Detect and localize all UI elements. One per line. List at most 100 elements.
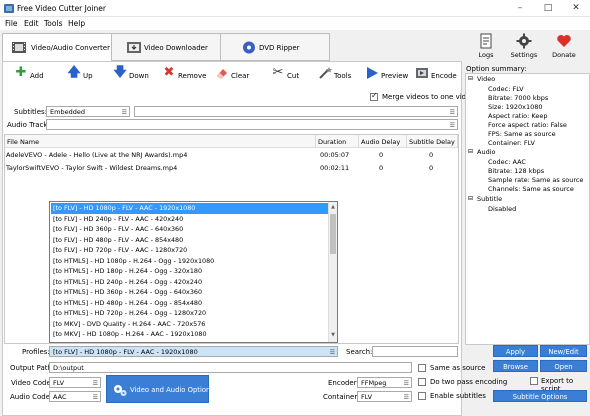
scroll-up-icon[interactable]: ▲ xyxy=(330,204,336,212)
tree-item: Sample rate: Same as source xyxy=(488,176,584,184)
profiles-dropdown-list: [to FLV] - HD 1080p - FLV - AAC - 1920x1… xyxy=(49,201,338,343)
search-input[interactable] xyxy=(372,346,458,357)
search-label: Search: xyxy=(346,348,373,356)
tab-label: Video Downloader xyxy=(144,44,208,52)
merge-videos-checkbox[interactable] xyxy=(370,91,378,101)
open-button[interactable]: Open xyxy=(540,360,587,372)
tree-group-audio[interactable]: Audio xyxy=(477,148,495,156)
menu-help[interactable]: Help xyxy=(68,19,85,28)
logs-button[interactable]: Logs xyxy=(467,31,505,61)
apply-button[interactable]: Apply xyxy=(493,345,538,357)
video-codec-value: FLV xyxy=(53,379,65,387)
column-header-duration[interactable]: Duration xyxy=(316,135,359,148)
merge-videos-label: Merge videos to one video xyxy=(382,93,475,101)
donate-button[interactable]: Donate xyxy=(545,31,583,61)
remove-x-icon: ✖ xyxy=(163,65,175,80)
add-label: Add xyxy=(30,72,44,80)
profiles-select[interactable]: [to FLV] - HD 1080p - FLV - AAC - 1920x1… xyxy=(49,346,338,357)
profile-option[interactable]: [to FLV] - HD 480p - FLV - AAC - 854x480 xyxy=(51,235,328,246)
profile-option[interactable]: [to HTML5] - HD 1080p - H.264 - Ogg - 19… xyxy=(51,256,328,267)
subtitles-file-field[interactable]: ☰ xyxy=(134,106,458,117)
profile-option[interactable]: [to HTML5] - HD 240p - H.264 - Ogg - 420… xyxy=(51,277,328,288)
profile-option[interactable]: [to FLV] - HD 240p - FLV - AAC - 420x240 xyxy=(51,214,328,225)
profile-option[interactable]: [to HTML5] - HD 480p - H.264 - Ogg - 854… xyxy=(51,298,328,309)
menu-file[interactable]: File xyxy=(5,19,18,28)
profile-option[interactable]: [to FLV] - HD 1080p - FLV - AAC - 1920x1… xyxy=(51,203,328,214)
tree-item: FPS: Same as source xyxy=(488,130,556,138)
table-row[interactable]: TaylorSwiftVEVO - Taylor Swift - Wildest… xyxy=(5,162,458,174)
profile-option[interactable]: [to MKV] - DVD Quality - H.264 - AAC - 7… xyxy=(51,319,328,330)
clear-label: Clear xyxy=(231,72,250,80)
option-summary-tree: ⊟ Video Codec: FLV Bitrate: 7000 kbps Si… xyxy=(465,73,590,345)
profile-option-partial xyxy=(51,340,328,343)
menu-bar: File Edit Tools Help xyxy=(0,17,590,30)
column-header-file-name[interactable]: File Name xyxy=(5,135,316,148)
close-button[interactable]: ✕ xyxy=(562,0,590,17)
cell-subtitle-delay: 0 xyxy=(429,164,434,172)
table-row[interactable]: AdeleVEVO - Adele - Hello (Live at the N… xyxy=(5,149,458,161)
column-header-subtitle-delay[interactable]: Subtitle Delay xyxy=(407,135,458,148)
video-audio-options-button[interactable]: Video and Audio Options xyxy=(106,375,214,403)
scroll-down-icon[interactable]: ▼ xyxy=(330,332,336,340)
settings-label: Settings xyxy=(510,51,538,59)
tree-group-subtitle[interactable]: Subtitle xyxy=(477,195,502,203)
logs-label: Logs xyxy=(478,51,494,59)
subtitle-options-button[interactable]: Subtitle Options xyxy=(493,390,587,402)
collapse-icon[interactable]: ⊟ xyxy=(468,195,473,202)
tools-label: Tools xyxy=(334,72,352,80)
option-summary-title: Option summary: xyxy=(466,65,527,73)
minimize-button[interactable]: – xyxy=(506,0,534,17)
new-edit-button[interactable]: New/Edit xyxy=(540,345,587,357)
logs-icon xyxy=(480,33,492,49)
profile-option[interactable]: [to MKV] - HD 1080p - H.264 - AAC - 1920… xyxy=(51,329,328,340)
profile-option[interactable]: [to HTML5] - HD 720p - H.264 - Ogg - 128… xyxy=(51,308,328,319)
dropdown-scrollbar[interactable]: ▲ ▼ xyxy=(328,202,337,342)
audio-codec-value: AAC xyxy=(53,393,67,401)
collapse-icon[interactable]: ⊟ xyxy=(468,75,473,82)
enable-subtitles-checkbox[interactable] xyxy=(418,392,426,400)
output-path-label: Output Path: xyxy=(10,364,55,372)
audio-track-select[interactable]: ☰ xyxy=(46,119,458,130)
eraser-icon xyxy=(217,69,227,79)
tab-video-downloader[interactable]: Video Downloader xyxy=(111,33,221,61)
dropdown-arrow-icon: ☰ xyxy=(329,349,335,356)
audio-codec-select[interactable]: AAC ☰ xyxy=(49,391,101,402)
two-pass-label: Do two pass encoding xyxy=(430,378,508,386)
video-codec-select[interactable]: FLV ☰ xyxy=(49,377,101,388)
container-select[interactable]: FLV ☰ xyxy=(357,391,412,402)
video-audio-options-label: Video and Audio Options xyxy=(130,386,214,394)
collapse-icon[interactable]: ⊟ xyxy=(468,148,473,155)
menu-edit[interactable]: Edit xyxy=(24,19,39,28)
gears-icon xyxy=(114,385,127,396)
column-header-audio-delay[interactable]: Audio Delay xyxy=(359,135,407,148)
tab-video-audio-converter[interactable]: Video/Audio Converter xyxy=(2,33,112,62)
same-as-source-label: Same as source xyxy=(430,364,486,372)
profile-option[interactable]: [to HTML5] - HD 360p - H.264 - Ogg - 640… xyxy=(51,287,328,298)
maximize-button[interactable]: □ xyxy=(534,0,562,17)
settings-button[interactable]: Settings xyxy=(505,31,543,61)
profile-option[interactable]: [to FLV] - HD 360p - FLV - AAC - 640x360 xyxy=(51,224,328,235)
subtitles-select[interactable]: Embedded ☰ xyxy=(46,106,130,117)
tree-group-video[interactable]: Video xyxy=(477,75,495,83)
subtitles-value: Embedded xyxy=(50,108,85,116)
plus-icon: ✚ xyxy=(15,65,27,80)
dropdown-arrow-icon: ☰ xyxy=(449,122,455,129)
download-icon xyxy=(127,42,141,53)
encode-label: Encode xyxy=(431,72,457,80)
tab-label: Video/Audio Converter xyxy=(31,44,110,52)
menu-tools[interactable]: Tools xyxy=(44,19,62,28)
cell-subtitle-delay: 0 xyxy=(429,151,434,159)
scroll-thumb[interactable] xyxy=(330,214,336,254)
output-path-field[interactable]: D:\output xyxy=(49,362,412,373)
same-as-source-checkbox[interactable] xyxy=(418,364,426,372)
profile-option[interactable]: [to FLV] - HD 720p - FLV - AAC - 1280x72… xyxy=(51,245,328,256)
output-path-value: D:\output xyxy=(53,364,84,372)
export-script-checkbox[interactable] xyxy=(530,377,538,385)
tab-dvd-ripper[interactable]: DVD Ripper xyxy=(220,33,330,61)
browse-button[interactable]: Browse xyxy=(493,360,538,372)
two-pass-checkbox[interactable] xyxy=(418,378,426,386)
encoder-select[interactable]: FFMpeg ☰ xyxy=(357,377,412,388)
heart-icon xyxy=(557,35,571,47)
profile-option[interactable]: [to HTML5] - HD 180p - H.264 - Ogg - 320… xyxy=(51,266,328,277)
up-label: Up xyxy=(83,72,93,80)
